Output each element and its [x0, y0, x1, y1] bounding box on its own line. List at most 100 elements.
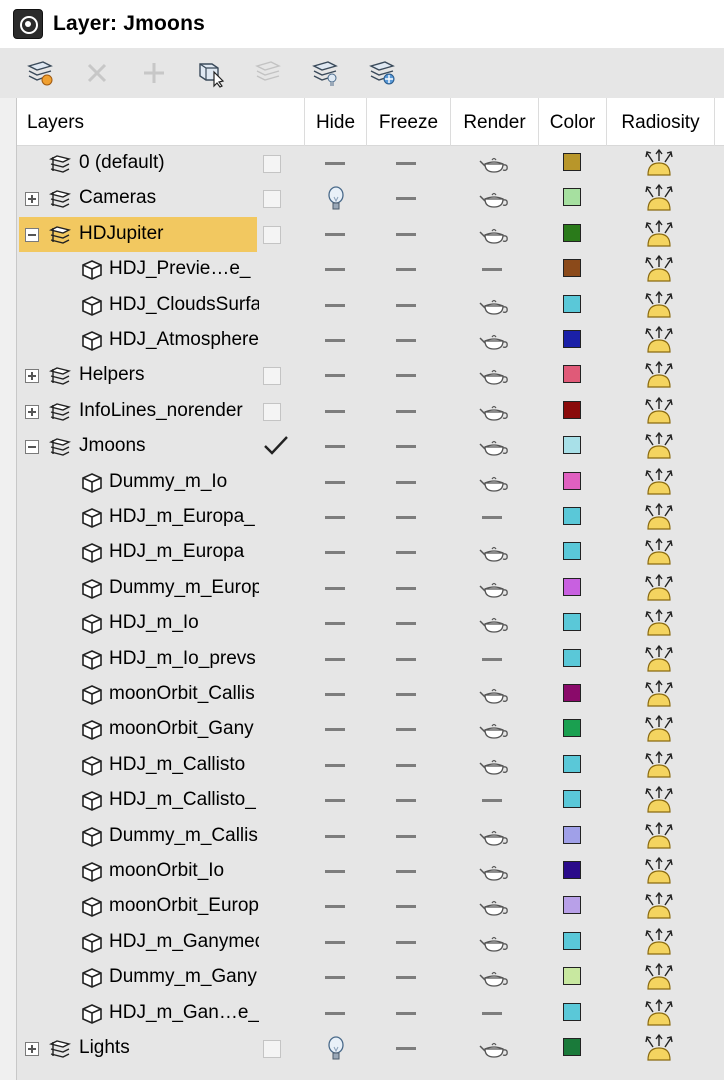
delete-layer-button[interactable]	[81, 57, 113, 89]
render-teapot-icon[interactable]	[479, 966, 509, 990]
render-teapot-icon[interactable]	[479, 718, 509, 742]
freeze-toggle[interactable]	[396, 799, 416, 803]
row-name-area[interactable]: Dummy_m_Gany	[19, 960, 257, 995]
freeze-toggle[interactable]	[396, 834, 416, 838]
expand-icon[interactable]	[25, 369, 39, 384]
render-teapot-icon[interactable]	[479, 931, 509, 955]
freeze-toggle[interactable]	[396, 1047, 416, 1050]
color-swatch[interactable]	[563, 436, 581, 455]
set-current-layer-checkbox[interactable]	[263, 367, 281, 386]
color-swatch[interactable]	[563, 825, 581, 844]
row-name-area[interactable]: moonOrbit_Europ	[19, 889, 259, 924]
render-teapot-icon[interactable]	[479, 541, 509, 565]
color-swatch[interactable]	[563, 684, 581, 702]
hide-toggle[interactable]	[325, 480, 345, 484]
layer-row[interactable]: Jmoons	[17, 429, 724, 464]
object-row[interactable]: Dummy_m_Io	[17, 465, 724, 500]
freeze-toggle[interactable]	[396, 905, 416, 909]
color-swatch[interactable]	[563, 754, 581, 773]
row-name-area[interactable]: Dummy_m_Callis	[19, 819, 258, 854]
render-toggle[interactable]	[482, 799, 502, 803]
row-name-area[interactable]: HDJ_m_Callisto_	[19, 783, 257, 818]
layer-row[interactable]: 0 (default)	[17, 146, 724, 181]
hide-toggle[interactable]	[325, 162, 345, 165]
hide-toggle[interactable]	[325, 940, 345, 944]
row-name-area[interactable]: moonOrbit_Gany	[19, 712, 257, 747]
render-toggle[interactable]	[482, 657, 502, 661]
select-objects-in-layer-button[interactable]	[195, 57, 227, 89]
object-row[interactable]: HDJ_m_Gan…e_	[17, 996, 724, 1031]
row-name-area[interactable]: Helpers	[19, 358, 257, 393]
hide-toggle[interactable]	[325, 905, 345, 909]
hide-toggle[interactable]	[325, 657, 345, 661]
hide-toggle[interactable]	[325, 1011, 345, 1015]
object-row[interactable]: HDJ_m_Europa	[17, 535, 724, 570]
color-swatch[interactable]	[563, 790, 581, 809]
radiosity-icon[interactable]	[643, 430, 675, 462]
render-teapot-icon[interactable]	[479, 471, 509, 495]
color-swatch[interactable]	[563, 294, 581, 313]
hide-toggle[interactable]	[325, 870, 345, 873]
row-name-area[interactable]: 0 (default)	[19, 146, 257, 181]
radiosity-icon[interactable]	[643, 643, 675, 675]
color-swatch[interactable]	[563, 259, 581, 278]
current-layer-check-icon[interactable]	[261, 432, 291, 460]
set-current-layer-checkbox[interactable]	[263, 155, 281, 173]
radiosity-icon[interactable]	[643, 324, 675, 356]
render-teapot-icon[interactable]	[479, 187, 509, 211]
hide-toggle[interactable]	[325, 763, 345, 767]
render-teapot-icon[interactable]	[479, 400, 509, 424]
object-row[interactable]: HDJ_m_Io_prevs	[17, 642, 724, 677]
freeze-toggle[interactable]	[396, 409, 416, 413]
freeze-toggle[interactable]	[396, 480, 416, 484]
object-row[interactable]: moonOrbit_Io	[17, 854, 724, 889]
render-teapot-icon[interactable]	[479, 435, 509, 459]
row-name-area[interactable]: HDJ_Atmosphere	[19, 323, 259, 358]
hide-toggle[interactable]	[325, 374, 345, 378]
render-teapot-icon[interactable]	[479, 152, 509, 176]
freeze-toggle[interactable]	[396, 339, 416, 342]
row-name-area[interactable]: moonOrbit_Io	[19, 854, 257, 889]
object-row[interactable]: Dummy_m_Gany	[17, 960, 724, 995]
color-swatch[interactable]	[563, 931, 581, 950]
freeze-toggle[interactable]	[396, 870, 416, 873]
render-teapot-icon[interactable]	[479, 754, 509, 778]
layer-row[interactable]: HDJupiter	[17, 216, 724, 252]
hide-toggle[interactable]	[325, 445, 345, 449]
hide-toggle[interactable]	[325, 586, 345, 590]
row-name-area[interactable]: Dummy_m_Io	[19, 465, 257, 500]
render-teapot-icon[interactable]	[479, 329, 509, 353]
color-swatch[interactable]	[563, 471, 581, 490]
render-teapot-icon[interactable]	[479, 577, 509, 601]
layer-row[interactable]: Lights	[17, 1031, 724, 1066]
freeze-toggle[interactable]	[396, 622, 416, 626]
hide-toggle[interactable]	[325, 551, 345, 555]
object-row[interactable]: HDJ_m_Io	[17, 606, 724, 641]
highlight-layer-button[interactable]	[252, 57, 284, 89]
hide-toggle[interactable]	[325, 622, 345, 626]
column-header-color[interactable]: Color	[539, 98, 607, 146]
color-swatch[interactable]	[563, 577, 581, 596]
object-row[interactable]: moonOrbit_Callis	[17, 677, 724, 712]
freeze-toggle[interactable]	[396, 445, 416, 449]
set-current-layer-checkbox[interactable]	[263, 1040, 281, 1058]
freeze-toggle[interactable]	[396, 551, 416, 555]
color-swatch[interactable]	[563, 507, 581, 525]
expand-icon[interactable]	[25, 1042, 39, 1056]
layer-row[interactable]: Helpers	[17, 358, 724, 393]
freeze-toggle[interactable]	[396, 1011, 416, 1015]
freeze-toggle[interactable]	[396, 976, 416, 980]
color-swatch[interactable]	[563, 330, 581, 348]
radiosity-icon[interactable]	[643, 678, 675, 710]
row-name-area[interactable]: HDJ_m_Europa	[19, 535, 257, 570]
radiosity-icon[interactable]	[643, 855, 675, 887]
set-current-layer-checkbox[interactable]	[263, 225, 281, 244]
hide-toggle[interactable]	[325, 834, 345, 838]
color-swatch[interactable]	[563, 861, 581, 879]
column-header-radiosity[interactable]: Radiosity	[607, 98, 715, 146]
color-swatch[interactable]	[563, 648, 581, 667]
object-row[interactable]: Dummy_m_Callis	[17, 819, 724, 854]
radiosity-icon[interactable]	[643, 961, 675, 993]
radiosity-icon[interactable]	[643, 820, 675, 852]
row-name-area[interactable]: Dummy_m_Europ	[19, 571, 259, 606]
